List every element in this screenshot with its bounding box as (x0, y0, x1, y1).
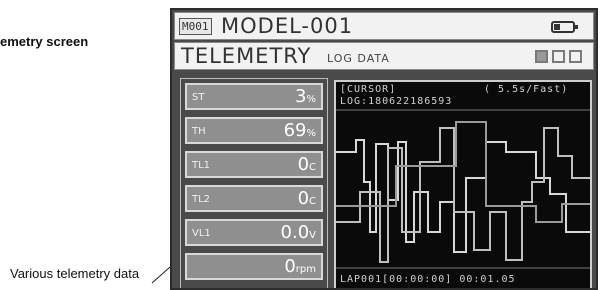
screen-title: TELEMETRY (181, 44, 312, 68)
telemetry-label: VL1 (192, 228, 211, 239)
page-indicator (535, 50, 582, 63)
telemetry-item-th[interactable]: TH 69% (185, 117, 323, 144)
screen-caption: emetry screen (0, 34, 89, 49)
telemetry-item-tl2[interactable]: TL2 0C (185, 185, 323, 212)
telemetry-item-vl1[interactable]: VL1 0.0V (185, 219, 323, 246)
telemetry-item-tl1[interactable]: TL1 0C (185, 151, 323, 178)
telemetry-label: TL1 (192, 160, 211, 171)
telemetry-value: 69% (283, 120, 316, 141)
telemetry-item-st[interactable]: ST 3% (185, 83, 323, 110)
page-3-box[interactable] (569, 50, 582, 63)
screen-header: TELEMETRY LOG DATA (174, 42, 594, 70)
sampling-label: ( 5.5s/Fast) (484, 84, 569, 95)
model-header: M001 MODEL-001 (174, 12, 594, 40)
model-id: M001 (179, 18, 212, 35)
cursor-label: [CURSOR] (340, 84, 397, 95)
telemetry-label: TL2 (192, 194, 211, 205)
transmitter-screen: M001 MODEL-001 TELEMETRY LOG DATA ST 3% … (170, 8, 598, 290)
log-data-label: LOG DATA (327, 52, 390, 65)
log-id-label: LOG:180622186593 (340, 96, 453, 107)
page-1-box[interactable] (535, 50, 548, 63)
log-graph[interactable]: [CURSOR] ( 5.5s/Fast) LOG:180622186593 L… (334, 80, 592, 288)
battery-icon (551, 21, 578, 33)
lap-time-label: LAP001[00:00:00] 00:01.05 (340, 274, 516, 285)
telemetry-value: 0.0V (280, 222, 316, 243)
telemetry-value: 3% (295, 86, 316, 107)
trace-temperature (336, 121, 590, 223)
telemetry-label: ST (192, 92, 205, 103)
telemetry-value: 0rpm (284, 256, 316, 277)
telemetry-list: ST 3% TH 69% TL1 0C TL2 0C VL1 0.0V 0rpm (180, 78, 328, 288)
model-name: MODEL-001 (221, 14, 354, 38)
telemetry-label: TH (192, 126, 206, 137)
telemetry-value: 0C (297, 188, 316, 209)
telemetry-value: 0C (297, 154, 316, 175)
trace-steering (336, 139, 590, 253)
log-graph-traces (336, 82, 590, 269)
page-2-box[interactable] (552, 50, 565, 63)
telemetry-item-rpm[interactable]: 0rpm (185, 253, 323, 280)
telemetry-data-caption: Various telemetry data (10, 266, 140, 281)
